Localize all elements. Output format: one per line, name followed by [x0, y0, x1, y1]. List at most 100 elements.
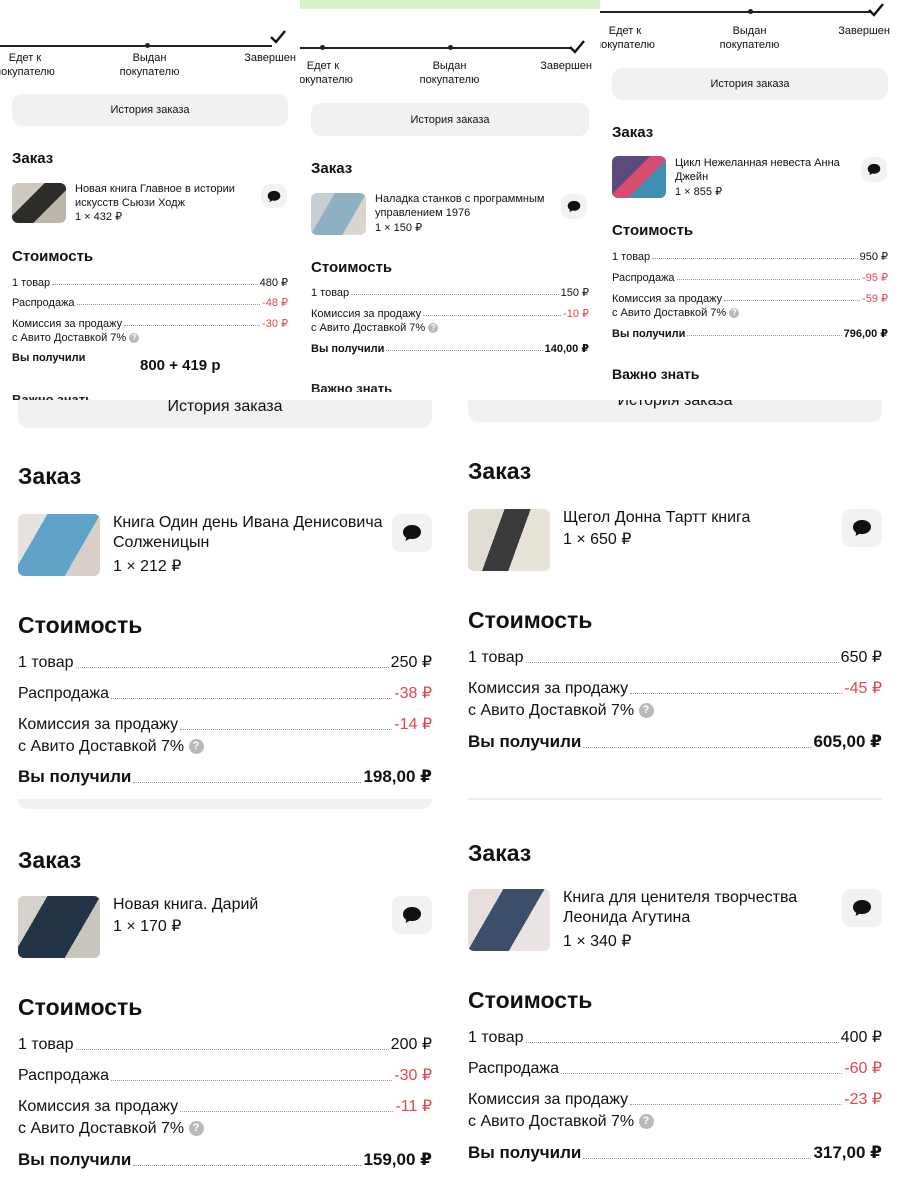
order-tracker-line [600, 11, 872, 13]
product-title: Книга Один день Ивана Денисовича Солжени… [113, 514, 383, 551]
cost-section-title: Стоимость [468, 607, 593, 633]
chat-button[interactable] [392, 514, 432, 552]
product-thumbnail [18, 514, 100, 576]
commission-subtitle: с Авито Доставкой 7% ? [12, 332, 140, 344]
order-section-title: Заказ [612, 124, 654, 141]
order-panel-3: Едет к покупателю Выдан покупателю Завер… [600, 0, 900, 390]
info-icon[interactable]: ? [428, 323, 439, 334]
cost-row-commission: Комиссия за продажу -11 ₽ [18, 1098, 432, 1115]
chat-bubble-icon [853, 520, 871, 536]
chat-button[interactable] [842, 889, 882, 927]
product-thumbnail [468, 889, 550, 951]
product-title: Цикл Нежеланная невеста Анна Джейн [675, 157, 840, 183]
cost-row-items: 1 товар 150 ₽ [311, 287, 589, 299]
product-qty-price: 1 × 340 ₽ [563, 933, 632, 950]
info-icon[interactable]: ? [188, 739, 204, 755]
cost-row-commission: Комиссия за продажу -45 ₽ [468, 680, 882, 697]
product-qty-price: 1 × 855 ₽ [675, 186, 723, 198]
info-icon[interactable]: ? [638, 703, 654, 719]
product-qty-price: 1 × 150 ₽ [375, 222, 423, 234]
cost-row-commission: Комиссия за продажу -10 ₽ [311, 308, 589, 320]
order-history-button[interactable]: История заказа [612, 68, 888, 100]
order-section-title: Заказ [18, 463, 82, 489]
check-icon [868, 3, 884, 17]
product-title: Новая книга Главное в истории искусств С… [75, 183, 235, 209]
cost-section-title: Стоимость [612, 222, 694, 239]
order-history-button[interactable]: История заказа [12, 94, 288, 126]
product-thumbnail [311, 193, 366, 235]
product-thumbnail [18, 896, 100, 958]
chat-button[interactable] [392, 896, 432, 934]
step-completed: Завершен [540, 60, 592, 72]
info-icon[interactable]: ? [129, 333, 140, 344]
step-completed: Завершен [244, 52, 296, 64]
product-qty-price: 1 × 170 ₽ [113, 918, 182, 935]
cost-row-received: Вы получили 159,00 ₽ [18, 1150, 432, 1169]
order-tracker-line [0, 45, 272, 47]
order-section-title: Заказ [311, 160, 353, 177]
info-icon[interactable]: ? [638, 1114, 654, 1130]
cost-row-received: Вы получили [12, 352, 86, 364]
order-panel-7: Заказ Книга для ценителя творчества Леон… [450, 810, 900, 1200]
cost-row-commission: Комиссия за продажу -14 ₽ [18, 716, 432, 733]
order-section-title: Заказ [12, 150, 54, 167]
info-icon[interactable]: ? [188, 1121, 204, 1137]
chat-button[interactable] [861, 157, 887, 182]
cost-row-items: 1 товар 250 ₽ [18, 654, 432, 671]
order-history-button[interactable]: История заказа [311, 103, 589, 136]
chat-bubble-icon [403, 907, 421, 923]
cost-section-title: Стоимость [311, 259, 393, 276]
cost-row-received: Вы получили 317,00 ₽ [468, 1143, 882, 1162]
cost-row-commission: Комиссия за продажу -30 ₽ [12, 318, 288, 330]
panel-bottom-edge [468, 798, 882, 800]
status-banner [300, 0, 600, 9]
order-section-title: Заказ [468, 458, 532, 484]
order-history-button[interactable]: История заказа [18, 400, 432, 428]
chat-button[interactable] [261, 184, 287, 208]
cost-row-sale: Распродажа -30 ₽ [18, 1067, 432, 1084]
product-qty-price: 1 × 650 ₽ [563, 531, 632, 548]
cost-row-received: Вы получили 796,00 ₽ [612, 328, 888, 340]
cost-row-commission: Комиссия за продажу -23 ₽ [468, 1091, 882, 1108]
product-thumbnail [612, 156, 666, 198]
cost-row-received: Вы получили 605,00 ₽ [468, 732, 882, 751]
commission-subtitle: с Авито Доставкой 7% ? [612, 307, 740, 319]
product-qty-price: 1 × 432 ₽ [75, 211, 123, 223]
product-qty-price: 1 × 212 ₽ [113, 558, 182, 575]
step-on-the-way: Едет к покупателю [600, 25, 655, 51]
commission-subtitle: с Авито Доставкой 7% ? [18, 738, 204, 756]
chat-button[interactable] [842, 509, 882, 547]
order-panel-6: Заказ Новая книга. Дарий 1 × 170 ₽ Стоим… [0, 810, 450, 1200]
order-history-button[interactable]: История заказа [468, 400, 882, 422]
cost-row-sale: Распродажа -38 ₽ [18, 685, 432, 702]
cost-section-title: Стоимость [18, 994, 143, 1020]
step-completed: Завершен [838, 25, 890, 37]
cost-section-title: Стоимость [468, 987, 593, 1013]
commission-subtitle: с Авито Доставкой 7% ? [18, 1120, 204, 1138]
commission-subtitle: с Авито Доставкой 7% ? [311, 322, 439, 334]
order-panel-2: Едет к покупателю Выдан покупателю Завер… [300, 0, 600, 392]
step-handed-over: Выдан покупателю [719, 25, 780, 51]
commission-subtitle: с Авито Доставкой 7% ? [468, 1113, 654, 1131]
product-title: Наладка станков с программным управление… [375, 193, 545, 219]
product-thumbnail [468, 509, 550, 571]
order-panel-1: Едет к покупателю Выдан покупателю Завер… [0, 0, 300, 400]
cost-row-sale: Распродажа -95 ₽ [612, 272, 888, 284]
info-icon[interactable]: ? [729, 308, 740, 319]
product-title: Книга для ценителя творчества Леонида Аг… [563, 889, 798, 926]
cost-row-received: Вы получили 140,00 ₽ [311, 343, 589, 355]
cost-section-title: Стоимость [18, 612, 143, 638]
step-on-the-way: Едет к покупателю [300, 60, 353, 86]
product-title: Щегол Донна Тартт книга [563, 509, 751, 526]
chat-button[interactable] [561, 194, 587, 219]
cost-row-sale: Распродажа -60 ₽ [468, 1060, 882, 1077]
cost-row-items: 1 товар 480 ₽ [12, 277, 288, 289]
step-on-the-way: Едет к покупателю [0, 52, 55, 78]
chat-bubble-icon [267, 190, 281, 202]
chat-bubble-icon [867, 163, 881, 176]
important-section-title: Важно знать [612, 366, 700, 382]
check-icon [270, 30, 286, 44]
step-handed-over: Выдан покупателю [119, 52, 180, 78]
chat-bubble-icon [853, 900, 871, 916]
chat-bubble-icon [403, 525, 421, 541]
